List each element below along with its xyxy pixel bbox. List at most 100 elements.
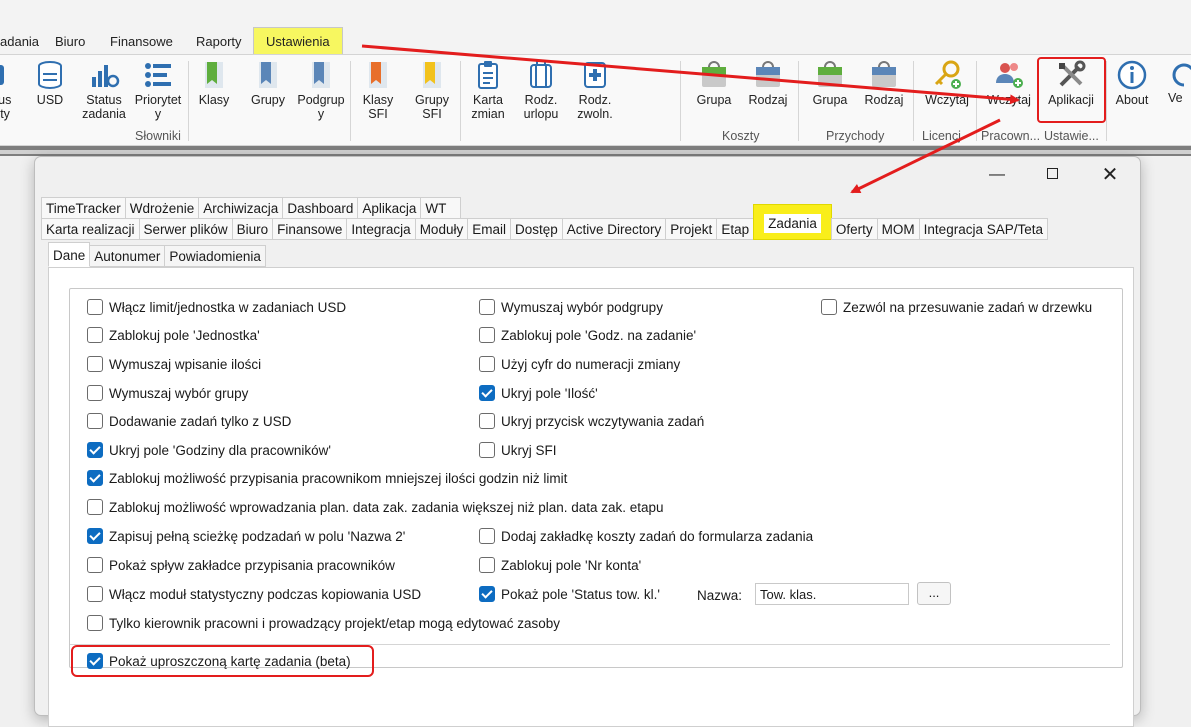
medical-icon (584, 62, 606, 88)
ribbon-button-status-zadania[interactable]: Status zadania (78, 59, 130, 121)
tab-dostep[interactable]: Dostęp (509, 218, 563, 240)
tab-biuro[interactable]: Biuro (231, 218, 274, 240)
tab-archiwizacja[interactable]: Archiwizacja (198, 197, 284, 219)
checkbox-tylko-kierownik[interactable]: Tylko kierownik pracowni i prowadzący pr… (87, 615, 560, 631)
checkbox-box (87, 586, 103, 602)
checkbox-label: Ukryj przycisk wczytywania zadań (501, 413, 705, 429)
checkbox-zablokuj-nr-konta[interactable]: Zablokuj pole 'Nr konta' (479, 557, 641, 573)
subtab-dane[interactable]: Dane (48, 242, 91, 267)
checkbox-box (479, 299, 495, 315)
tab-etap[interactable]: Etap (716, 218, 755, 240)
priority-list-icon (145, 63, 171, 87)
tab-integracja[interactable]: Integracja (346, 218, 416, 240)
tab-wt[interactable]: WT (420, 197, 462, 219)
ribbon-separator (460, 61, 461, 141)
ribbon-button-licencja-wczytaj[interactable]: Wczytaj (920, 59, 974, 107)
dialog-titlebar: — ✕ (35, 157, 1140, 193)
ribbon-button-priorytety[interactable]: Priorytet y (130, 59, 186, 121)
checkbox-label: Użyj cyfr do numeracji zmiany (501, 356, 681, 372)
menu-tab-finansowe[interactable]: Finansowe (110, 34, 173, 49)
checkbox-wymuszaj-podgrupy[interactable]: Wymuszaj wybór podgrupy (479, 299, 663, 315)
subtab-autonumer[interactable]: Autonumer (89, 245, 166, 267)
tab-aplikacja[interactable]: Aplikacja (357, 197, 422, 219)
ribbon-button-rodz-zwoln[interactable]: Rodz. zwoln. (572, 59, 618, 121)
ribbon-separator (913, 61, 914, 141)
checkbox-ukryj-przycisk[interactable]: Ukryj przycisk wczytywania zadań (479, 413, 704, 429)
ribbon-button-label: Rodz. urlopu (523, 93, 559, 121)
checkbox-uzyj-cyfr[interactable]: Użyj cyfr do numeracji zmiany (479, 356, 680, 372)
checkbox-ukryj-sfi[interactable]: Ukryj SFI (479, 442, 557, 458)
ribbon-button-version[interactable]: Ve (1168, 59, 1191, 105)
checkbox-zablokuj-mniejszej[interactable]: Zablokuj możliwość przypisania pracownik… (87, 470, 567, 486)
ribbon-button-usd[interactable]: USD (30, 59, 70, 107)
checkbox-box (479, 385, 495, 401)
key-icon (934, 60, 961, 89)
menu-tab-biuro[interactable]: Biuro (55, 34, 85, 49)
ribbon-button-grupy-sfi[interactable]: Grupy SFI (410, 59, 454, 121)
ribbon-button-przychody-rodzaj[interactable]: Rodzaj (860, 59, 908, 107)
tab-integracja-sap-teta[interactable]: Integracja SAP/Teta (918, 218, 1048, 240)
checkbox-zablokuj-plan-data[interactable]: Zablokuj możliwość wprowadzania plan. da… (87, 499, 664, 515)
tab-moduly[interactable]: Moduły (414, 218, 469, 240)
checkbox-label: Zablokuj pole 'Godz. na zadanie' (501, 327, 697, 343)
tab-projekt[interactable]: Projekt (665, 218, 718, 240)
tab-finansowe[interactable]: Finansowe (272, 218, 348, 240)
checkbox-box (87, 413, 103, 429)
menu-tab-zadania[interactable]: adania (0, 34, 39, 49)
ribbon-button-klasy-sfi[interactable]: Klasy SFI (356, 59, 400, 121)
checkbox-ukryj-godziny[interactable]: Ukryj pole 'Godziny dla pracowników' (87, 442, 331, 458)
checkbox-dodaj-koszty[interactable]: Dodaj zakładkę koszty zadań do formularz… (479, 528, 813, 544)
ribbon-button-pracownicy-wczytaj[interactable]: Wczytaj (982, 59, 1036, 107)
tab-serwer-plikow[interactable]: Serwer plików (138, 218, 233, 240)
ribbon-button-koszty-rodzaj[interactable]: Rodzaj (744, 59, 792, 107)
checkbox-wlacz-limit[interactable]: Włącz limit/jednostka w zadaniach USD (87, 299, 346, 315)
ribbon-button-label: Grupy (250, 93, 286, 107)
ribbon-button-rodz-urlopu[interactable]: Rodz. urlopu (518, 59, 564, 121)
tab-email[interactable]: Email (467, 218, 511, 240)
browse-button[interactable]: ... (917, 582, 951, 605)
checkbox-wymuszaj-grupy[interactable]: Wymuszaj wybór grupy (87, 385, 248, 401)
maximize-icon[interactable] (1040, 165, 1064, 185)
ribbon-button-about[interactable]: About (1110, 59, 1154, 107)
tab-timetracker[interactable]: TimeTracker (41, 197, 126, 219)
checkbox-zapisuj-sciezke[interactable]: Zapisuj pełną scieżkę podzadań w polu 'N… (87, 528, 405, 544)
minimize-icon[interactable]: — (985, 165, 1009, 185)
checkbox-wymuszaj-ilosci[interactable]: Wymuszaj wpisanie ilości (87, 356, 261, 372)
checkbox-zezwol-przesuwanie[interactable]: Zezwól na przesuwanie zadań w drzewku (821, 299, 1092, 315)
checkbox-zablokuj-jednostka[interactable]: Zablokuj pole 'Jednostka' (87, 327, 260, 343)
checkbox-label: Tylko kierownik pracowni i prowadzący pr… (109, 615, 560, 631)
tab-mom[interactable]: MOM (876, 218, 920, 240)
tab-karta-realizacji[interactable]: Karta realizacji (41, 218, 140, 240)
ribbon-button-przychody-grupa[interactable]: Grupa (808, 59, 852, 107)
checkbox-pokaz-splyw[interactable]: Pokaż spływ zakładce przypisania pracown… (87, 557, 395, 573)
ribbon-separator (1106, 61, 1107, 141)
ribbon-button-koszty-grupa[interactable]: Grupa (692, 59, 736, 107)
checkbox-dodawanie-usd[interactable]: Dodawanie zadań tylko z USD (87, 413, 291, 429)
ribbon-button-statusy[interactable]: tus rty (0, 59, 16, 121)
tab-dashboard[interactable]: Dashboard (282, 197, 359, 219)
ribbon-button-karta-zmian[interactable]: Karta zmian (466, 59, 510, 121)
ribbon-button-klasy[interactable]: Klasy (192, 59, 236, 107)
tab-zadania[interactable]: Zadania (753, 204, 832, 240)
tab-active-directory[interactable]: Active Directory (561, 218, 667, 240)
checkbox-pokaz-status-tow[interactable]: Pokaż pole 'Status tow. kl.' (479, 586, 660, 602)
checkbox-label: Ukryj pole 'Godziny dla pracowników' (109, 442, 331, 458)
ribbon-button-podgrupy[interactable]: Podgrup y (296, 59, 346, 121)
ribbon-separator (350, 61, 351, 141)
close-icon[interactable]: ✕ (1098, 165, 1122, 185)
tab-oferty[interactable]: Oferty (830, 218, 878, 240)
checkbox-box (87, 385, 103, 401)
ribbon-button-grupy[interactable]: Grupy (246, 59, 290, 107)
checkbox-label: Dodawanie zadań tylko z USD (109, 413, 292, 429)
menu-tab-ustawienia[interactable]: Ustawienia (253, 27, 343, 56)
ribbon-group-label-przychody: Przychody (826, 129, 885, 143)
menu-tab-raporty[interactable]: Raporty (196, 34, 242, 49)
ribbon-button-label: Priorytet y (134, 93, 182, 121)
checkbox-box (87, 327, 103, 343)
checkbox-zablokuj-godz[interactable]: Zablokuj pole 'Godz. na zadanie' (479, 327, 696, 343)
checkbox-ukryj-ilosc[interactable]: Ukryj pole 'Ilość' (479, 385, 598, 401)
subtab-powiadomienia[interactable]: Powiadomienia (164, 245, 266, 267)
nazwa-input[interactable]: Tow. klas. (755, 583, 909, 605)
checkbox-modul-statystyczny[interactable]: Włącz moduł statystyczny podczas kopiowa… (87, 586, 421, 602)
tab-wdrozenie[interactable]: Wdrożenie (124, 197, 200, 219)
